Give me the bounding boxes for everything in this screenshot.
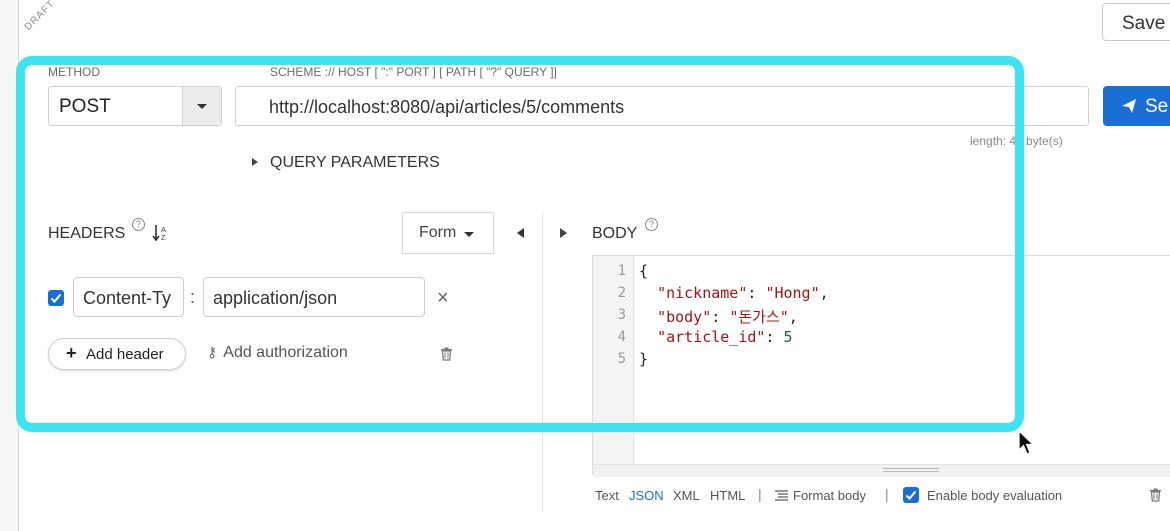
code-token: "article_id" bbox=[657, 328, 766, 346]
help-icon[interactable]: ? bbox=[645, 218, 658, 231]
query-parameters-toggle[interactable]: QUERY PARAMETERS bbox=[270, 154, 440, 172]
check-icon bbox=[50, 293, 62, 303]
code-token: "body" bbox=[657, 308, 712, 326]
expand-right-icon[interactable] bbox=[560, 228, 567, 238]
save-button[interactable]: Save bbox=[1102, 3, 1170, 41]
chevron-down-icon bbox=[197, 104, 207, 109]
check-icon bbox=[905, 490, 917, 500]
resize-grip-icon bbox=[883, 468, 939, 472]
headers-mode-dropdown[interactable]: Form bbox=[402, 212, 494, 254]
code-line: "article_id": 5 bbox=[657, 328, 793, 346]
enable-body-evaluation-checkbox[interactable] bbox=[903, 487, 919, 503]
method-label: METHOD bbox=[48, 65, 100, 79]
code-token: "Hong" bbox=[765, 284, 820, 302]
svg-text:Z: Z bbox=[161, 235, 166, 242]
code-token: "nickname" bbox=[657, 284, 748, 302]
format-json-tab[interactable]: JSON bbox=[629, 488, 664, 503]
header-name-input[interactable]: Content-Ty bbox=[73, 277, 184, 317]
add-authorization-label: Add authorization bbox=[223, 344, 348, 361]
enable-body-evaluation-label: Enable body evaluation bbox=[927, 488, 1063, 503]
pane-divider[interactable] bbox=[542, 212, 543, 512]
line-gutter: 1 2 3 4 5 bbox=[593, 256, 634, 464]
line-number: 2 bbox=[617, 285, 626, 301]
add-authorization-link[interactable]: ⚷ Add authorization bbox=[207, 344, 348, 362]
length-text: length: 45 byte(s) bbox=[970, 134, 1063, 148]
send-label: Se bbox=[1145, 96, 1169, 117]
code-token: { bbox=[639, 262, 649, 280]
chevron-down-icon bbox=[464, 232, 474, 237]
method-dropdown-button[interactable] bbox=[182, 87, 221, 125]
help-icon[interactable]: ? bbox=[132, 218, 145, 231]
plus-icon: + bbox=[66, 343, 77, 363]
format-text-tab[interactable]: Text bbox=[595, 488, 619, 503]
draft-label: DRAFT bbox=[22, 0, 58, 33]
code-line: "nickname": "Hong", bbox=[657, 284, 829, 302]
method-value: POST bbox=[59, 96, 111, 117]
editor-resize-bar[interactable] bbox=[593, 464, 1170, 477]
body-title: BODY bbox=[592, 225, 638, 242]
format-body-button[interactable]: Format body bbox=[793, 488, 866, 503]
code-line: "body": "돈가스", bbox=[657, 308, 798, 326]
format-html-tab[interactable]: HTML bbox=[710, 488, 745, 503]
sort-icon[interactable]: A Z bbox=[152, 224, 170, 242]
header-name-value: Content-Ty bbox=[83, 288, 172, 308]
add-header-button[interactable]: + Add header bbox=[48, 338, 186, 370]
url-value: http://localhost:8080/api/articles/5/com… bbox=[269, 97, 625, 117]
line-number: 1 bbox=[617, 263, 626, 279]
method-select[interactable]: POST bbox=[48, 86, 222, 126]
header-enabled-checkbox[interactable] bbox=[48, 290, 64, 306]
code-line: } bbox=[639, 350, 648, 368]
draft-ribbon: DRAFT bbox=[18, 0, 78, 60]
trash-icon[interactable] bbox=[1149, 488, 1162, 502]
body-editor[interactable]: 1 2 3 4 5 { "nickname": "Hong", "body": … bbox=[592, 255, 1170, 477]
headers-title: HEADERS bbox=[48, 225, 126, 242]
code-token: "돈가스" bbox=[729, 308, 789, 326]
code-token: } bbox=[639, 350, 649, 368]
collapse-left-icon[interactable] bbox=[517, 228, 524, 238]
save-label: Save bbox=[1122, 13, 1166, 34]
line-number: 3 bbox=[617, 307, 626, 323]
format-xml-tab[interactable]: XML bbox=[673, 488, 700, 503]
header-separator: : bbox=[190, 287, 196, 307]
query-expand-icon[interactable] bbox=[252, 158, 258, 166]
close-icon[interactable]: × bbox=[437, 287, 449, 310]
line-number: 5 bbox=[617, 351, 626, 367]
send-button[interactable]: Se bbox=[1103, 86, 1170, 126]
line-number: 4 bbox=[617, 329, 626, 345]
trash-icon[interactable] bbox=[440, 347, 453, 361]
send-icon bbox=[1122, 99, 1136, 113]
scheme-label: SCHEME :// HOST [ ":" PORT ] [ PATH [ "?… bbox=[270, 65, 557, 79]
svg-text:A: A bbox=[161, 227, 166, 234]
footer-separator: | bbox=[758, 486, 762, 502]
cursor-icon bbox=[1018, 430, 1035, 455]
code-token: 5 bbox=[783, 328, 793, 346]
format-icon bbox=[775, 490, 788, 501]
url-input[interactable]: http://localhost:8080/api/articles/5/com… bbox=[235, 86, 1089, 126]
header-value-input[interactable]: application/json bbox=[203, 277, 425, 317]
header-value-value: application/json bbox=[213, 288, 338, 308]
key-icon: ⚷ bbox=[207, 344, 218, 360]
headers-mode-label: Form bbox=[419, 224, 457, 241]
code-line: { bbox=[639, 262, 648, 280]
add-header-label: Add header bbox=[86, 346, 164, 363]
footer-separator: | bbox=[885, 486, 889, 502]
